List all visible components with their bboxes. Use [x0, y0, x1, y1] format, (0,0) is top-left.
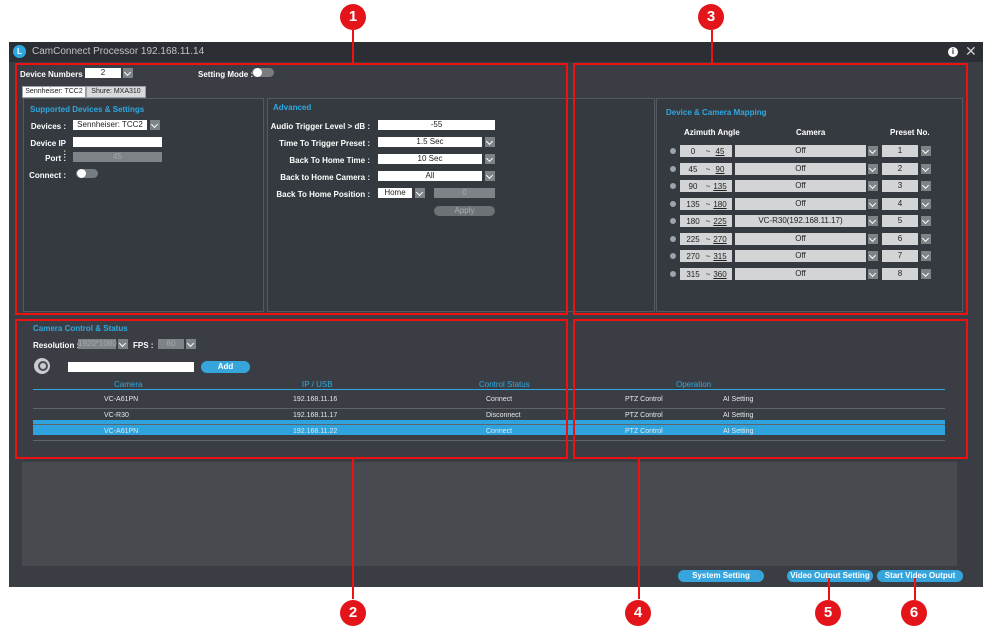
- connector-line-3: [711, 30, 713, 64]
- system-setting-button[interactable]: System Setting: [678, 570, 764, 582]
- video-output-setting-button[interactable]: Video Output Setting: [787, 570, 873, 582]
- annotation-box-2: [15, 319, 568, 459]
- start-video-output-button[interactable]: Start Video Output: [877, 570, 963, 582]
- window-title: CamConnect Processor 192.168.11.14: [32, 46, 205, 57]
- callout-badge-2: 2: [340, 600, 366, 626]
- callout-badge-3: 3: [698, 4, 724, 30]
- close-icon[interactable]: ✕: [965, 43, 977, 60]
- info-icon[interactable]: i: [948, 47, 958, 57]
- app-logo-icon: L: [13, 45, 26, 58]
- annotation-box-4: [573, 319, 968, 459]
- callout-badge-1: 1: [340, 4, 366, 30]
- annotation-box-3: [573, 63, 968, 315]
- callout-badge-6: 6: [901, 600, 927, 626]
- lower-area: [22, 462, 957, 566]
- annotation-box-1: [15, 63, 568, 315]
- callout-badge-4: 4: [625, 600, 651, 626]
- connector-line-2: [352, 459, 354, 599]
- connector-line-6: [914, 578, 916, 600]
- connector-line-4: [638, 459, 640, 599]
- callout-badge-5: 5: [815, 600, 841, 626]
- connector-line-5: [828, 578, 830, 600]
- connector-line-1: [352, 30, 354, 64]
